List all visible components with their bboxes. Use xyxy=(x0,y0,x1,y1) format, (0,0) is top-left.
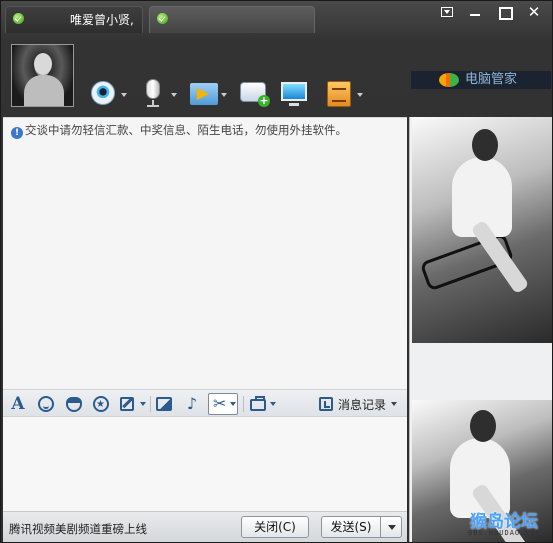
font-icon[interactable]: A xyxy=(9,395,27,413)
video-panel: 猴岛论坛 BBS.HOUDAO.COM xyxy=(409,117,552,542)
online-check-icon xyxy=(157,13,168,24)
minimize-button[interactable] xyxy=(462,4,488,20)
toolbox-icon[interactable] xyxy=(249,395,267,413)
chevron-down-icon[interactable] xyxy=(171,93,177,97)
tab-contact-name: 唯爱曾小贤, xyxy=(70,13,134,27)
vip-emoji-icon[interactable] xyxy=(65,395,83,413)
message-history-area[interactable]: ! 交谈中请勿轻信汇款、中奖信息、陌生电话，勿使用外挂软件。 xyxy=(3,117,407,389)
contact-avatar[interactable] xyxy=(11,44,74,107)
chevron-down-icon[interactable] xyxy=(270,402,276,406)
music-icon[interactable]: ♪ xyxy=(183,395,201,413)
security-notice-text: 交谈中请勿轻信汇款、中奖信息、陌生电话，勿使用外挂软件。 xyxy=(25,123,347,137)
security-notice: ! 交谈中请勿轻信汇款、中奖信息、陌生电话，勿使用外挂软件。 xyxy=(11,122,347,139)
chevron-down-icon[interactable] xyxy=(357,93,363,97)
dropdown-box-icon xyxy=(441,7,453,17)
plus-icon: + xyxy=(258,94,270,107)
format-toolbar: A ♪ ✂ 消息记录 xyxy=(3,389,407,417)
title-bar: 唯爱曾小贤, ✕ xyxy=(1,1,552,33)
pc-manager-banner[interactable]: 电脑管家 xyxy=(411,71,551,89)
site-watermark-url: BBS.HOUDAO.COM xyxy=(468,529,542,537)
send-button[interactable]: 发送(S) xyxy=(321,516,381,538)
app-box-icon xyxy=(327,81,351,107)
chevron-down-icon[interactable] xyxy=(230,402,236,406)
voice-call-button[interactable] xyxy=(139,79,177,109)
video-call-button[interactable] xyxy=(89,79,127,109)
microphone-icon xyxy=(146,79,160,99)
maximize-button[interactable] xyxy=(491,4,517,20)
send-file-button[interactable] xyxy=(189,79,227,109)
send-image-icon[interactable] xyxy=(155,395,173,413)
close-window-button[interactable]: ✕ xyxy=(521,4,547,20)
promo-link[interactable]: 腾讯视频美剧频道重磅上线 xyxy=(9,521,147,537)
avatar-head-shape xyxy=(34,53,52,75)
pc-manager-logo xyxy=(439,73,459,87)
remote-video-feed[interactable] xyxy=(412,117,552,343)
mic-base xyxy=(147,105,159,107)
doodle-icon[interactable] xyxy=(119,395,137,413)
window-menu-button[interactable] xyxy=(434,4,460,20)
monitor-stand xyxy=(289,103,299,106)
emoji-icon[interactable] xyxy=(37,395,55,413)
bottom-bar: 腾讯视频美剧频道重磅上线 关闭(C) 发送(S) xyxy=(3,511,407,542)
send-options-button[interactable] xyxy=(380,516,402,538)
monitor-icon xyxy=(281,82,307,101)
chevron-down-icon[interactable] xyxy=(140,402,146,406)
toolbar-divider xyxy=(243,396,244,412)
message-history-button[interactable]: 消息记录 xyxy=(338,396,386,413)
apps-button[interactable] xyxy=(325,79,363,109)
close-button[interactable]: 关闭(C) xyxy=(241,516,309,538)
create-discussion-button[interactable]: + xyxy=(239,79,270,109)
info-icon: ! xyxy=(11,127,23,139)
message-input[interactable] xyxy=(3,417,407,511)
banner-text: 电脑管家 xyxy=(465,72,518,87)
remote-desktop-button[interactable] xyxy=(280,79,310,109)
chevron-down-icon[interactable] xyxy=(391,402,397,406)
arrow-right-icon xyxy=(197,88,209,100)
tab-second-chat[interactable] xyxy=(149,6,315,33)
chevron-down-icon[interactable] xyxy=(121,93,127,97)
chevron-down-icon[interactable] xyxy=(221,93,227,97)
magic-emoji-icon[interactable] xyxy=(92,395,110,414)
webcam-icon xyxy=(91,81,115,105)
toolbar-divider xyxy=(150,396,151,412)
history-icon[interactable] xyxy=(318,395,336,413)
video-person-head xyxy=(472,129,498,161)
online-check-icon xyxy=(13,13,24,24)
avatar-body-shape xyxy=(24,75,64,106)
chat-window: 唯爱曾小贤, ✕ + 电脑管家 ! 交谈中请勿轻信汇款、中奖信息、陌生电话，勿使… xyxy=(0,0,553,543)
video-person-head xyxy=(470,410,496,442)
tab-active-chat[interactable]: 唯爱曾小贤, xyxy=(5,6,143,33)
